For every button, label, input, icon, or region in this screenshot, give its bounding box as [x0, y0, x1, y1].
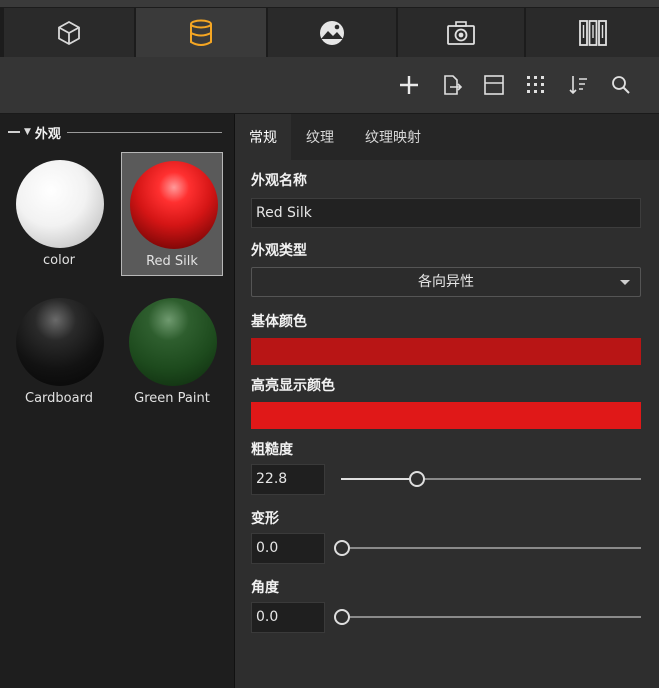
appearance-swatch-cardboard[interactable]: Cardboard [8, 290, 110, 414]
angle-input[interactable]: 0.0 [251, 602, 325, 633]
tab-appearance[interactable] [136, 8, 266, 57]
angle-slider[interactable] [334, 609, 641, 625]
highlight-color-label: 高亮显示颜色 [251, 378, 335, 394]
swatch-ball [16, 298, 104, 386]
appearance-swatch-red-silk[interactable]: Red Silk [121, 152, 223, 276]
grid-dots-icon [527, 76, 544, 93]
roughness-input[interactable]: 22.8 [251, 464, 325, 495]
cube-icon [58, 20, 80, 45]
appearance-type-value: 各向异性 [418, 274, 474, 290]
swatch-ball [16, 160, 104, 248]
collapse-dash [8, 131, 20, 133]
export-icon [444, 75, 463, 95]
landscape-image-icon [320, 20, 344, 45]
appearance-type-label: 外观类型 [251, 243, 307, 259]
search-button[interactable] [609, 73, 633, 97]
roughness-slider-fill [341, 478, 416, 480]
tab-texture-mapping[interactable]: 纹理映射 [349, 114, 437, 160]
roughness-slider[interactable] [341, 471, 641, 487]
angle-slider-handle[interactable] [334, 609, 350, 625]
expand-triangle-icon: ▼ [24, 127, 31, 137]
tab-general[interactable]: 常规 [235, 114, 291, 160]
section-title: 外观 [34, 126, 61, 142]
swatch-label: Red Silk [146, 254, 198, 269]
base-color-swatch[interactable] [251, 338, 641, 365]
swatch-ball [130, 161, 218, 249]
database-icon [190, 19, 212, 46]
columns-icon [578, 19, 607, 46]
export-button[interactable] [440, 73, 464, 97]
angle-label: 角度 [251, 580, 279, 596]
swatch-label: Cardboard [25, 391, 93, 406]
roughness-label: 粗糙度 [251, 442, 293, 458]
appearance-swatch-color[interactable]: color [8, 152, 110, 276]
tab-environment[interactable] [268, 8, 396, 57]
deform-label: 变形 [251, 511, 279, 527]
top-tab-bar [0, 0, 659, 57]
base-color-label: 基体颜色 [251, 314, 307, 330]
appearance-swatch-green-paint[interactable]: Green Paint [121, 290, 223, 414]
sort-button[interactable] [566, 73, 590, 97]
properties-panel: 常规 纹理 纹理映射 外观名称 Red Silk 外观类型 各向异性 基体颜色 … [235, 114, 659, 688]
tab-library[interactable] [526, 8, 659, 57]
search-icon [612, 76, 630, 94]
section-divider [66, 131, 222, 133]
deform-slider[interactable] [334, 540, 641, 556]
highlight-color-swatch[interactable] [251, 402, 641, 429]
property-tabs: 常规 纹理 纹理映射 [235, 114, 659, 160]
swatch-label: Green Paint [134, 391, 210, 406]
section-header[interactable]: ▼ 外观 [8, 124, 222, 142]
camera-icon [447, 20, 475, 45]
add-button[interactable] [397, 73, 421, 97]
chevron-down-icon [620, 280, 630, 285]
grid-view-button[interactable] [524, 73, 548, 97]
appearance-library-panel: ▼ 外观 color Red Silk Cardboard Green Pain… [0, 114, 235, 688]
appearance-type-select[interactable]: 各向异性 [251, 267, 641, 297]
add-icon [400, 76, 418, 94]
toolbar [0, 57, 659, 114]
appearance-name-label: 外观名称 [251, 173, 307, 189]
tab-camera[interactable] [398, 8, 524, 57]
layout-icon [484, 75, 504, 95]
sort-icon [569, 76, 587, 95]
swatch-label: color [42, 253, 75, 268]
roughness-slider-handle[interactable] [409, 471, 425, 487]
appearance-name-input[interactable]: Red Silk [251, 198, 641, 228]
tab-model[interactable] [4, 8, 134, 57]
layout-button[interactable] [482, 73, 506, 97]
tab-texture[interactable]: 纹理 [291, 114, 349, 160]
top-edge [0, 0, 659, 7]
deform-input[interactable]: 0.0 [251, 533, 325, 564]
deform-slider-handle[interactable] [334, 540, 350, 556]
swatch-ball [129, 298, 217, 386]
